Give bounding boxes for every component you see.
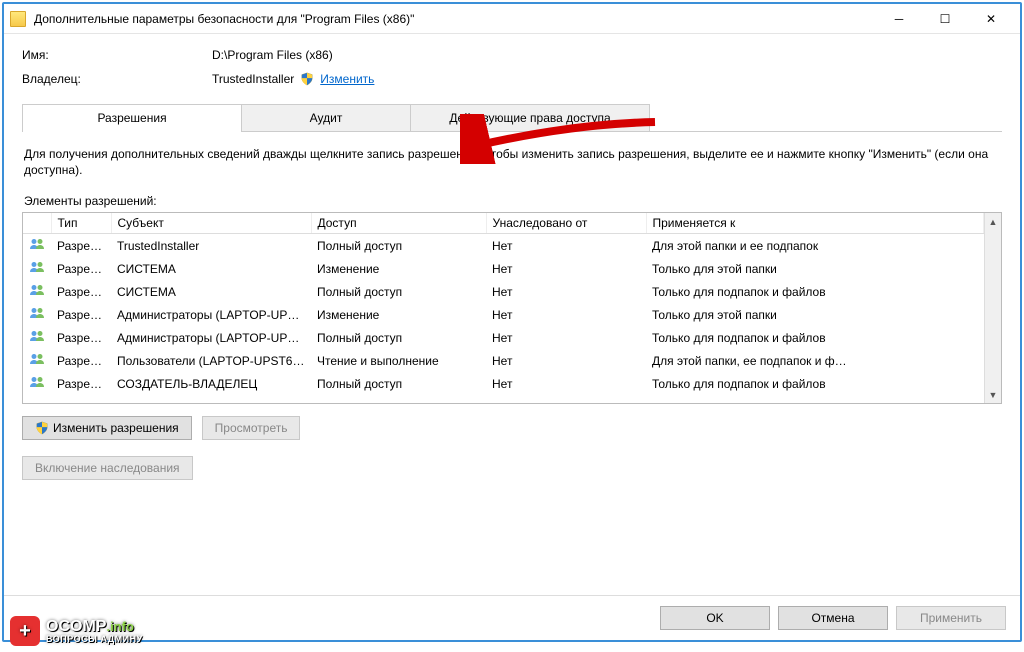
table-row[interactable]: Разре…Пользователи (LAPTOP-UPST6B9…Чтени… — [23, 349, 984, 372]
name-value: D:\Program Files (x86) — [212, 48, 333, 62]
table-row[interactable]: Разре…Администраторы (LAPTOP-UPST6…Измен… — [23, 303, 984, 326]
cell-applies: Для этой папки, ее подпапок и ф… — [646, 349, 984, 372]
cell-subject: СОЗДАТЕЛЬ-ВЛАДЕЛЕЦ — [111, 372, 311, 395]
cell-subject: СИСТЕМА — [111, 257, 311, 280]
owner-label: Владелец: — [22, 72, 212, 86]
dialog-body: Имя: D:\Program Files (x86) Владелец: Tr… — [4, 34, 1020, 595]
cell-inherited: Нет — [486, 280, 646, 303]
tabs: Разрешения Аудит Действующие права досту… — [22, 104, 1002, 132]
apply-button[interactable]: Применить — [896, 606, 1006, 630]
cell-applies: Только для подпапок и файлов — [646, 326, 984, 349]
change-permissions-label: Изменить разрешения — [53, 421, 179, 435]
col-applies[interactable]: Применяется к — [646, 213, 984, 234]
tab-audit[interactable]: Аудит — [241, 104, 411, 131]
group-icon — [29, 329, 45, 343]
cell-applies: Только для подпапок и файлов — [646, 372, 984, 395]
security-dialog: Дополнительные параметры безопасности дл… — [2, 2, 1022, 642]
cell-inherited: Нет — [486, 257, 646, 280]
enable-inheritance-button[interactable]: Включение наследования — [22, 456, 193, 480]
cell-access: Полный доступ — [311, 234, 486, 258]
cell-applies: Для этой папки и ее подпапок — [646, 234, 984, 258]
group-icon — [29, 237, 45, 251]
table-row[interactable]: Разре…СОЗДАТЕЛЬ-ВЛАДЕЛЕЦПолный доступНет… — [23, 372, 984, 395]
col-subject[interactable]: Субъект — [111, 213, 311, 234]
change-owner-link[interactable]: Изменить — [320, 72, 374, 86]
col-inherited[interactable]: Унаследовано от — [486, 213, 646, 234]
cell-subject: СИСТЕМА — [111, 280, 311, 303]
dialog-footer: OK Отмена Применить — [4, 595, 1020, 640]
group-icon — [29, 283, 45, 297]
col-access[interactable]: Доступ — [311, 213, 486, 234]
cell-type: Разре… — [51, 326, 111, 349]
cell-type: Разре… — [51, 303, 111, 326]
cell-applies: Только для подпапок и файлов — [646, 280, 984, 303]
cell-access: Полный доступ — [311, 372, 486, 395]
group-icon — [29, 306, 45, 320]
view-button[interactable]: Просмотреть — [202, 416, 301, 440]
window-title: Дополнительные параметры безопасности дл… — [34, 12, 876, 26]
shield-icon — [35, 421, 49, 435]
owner-row: Владелец: TrustedInstaller Изменить — [22, 72, 1002, 86]
cell-type: Разре… — [51, 257, 111, 280]
cell-subject: TrustedInstaller — [111, 234, 311, 258]
group-icon — [29, 352, 45, 366]
cell-subject: Администраторы (LAPTOP-UPST6… — [111, 326, 311, 349]
titlebar: Дополнительные параметры безопасности дл… — [4, 4, 1020, 34]
cell-applies: Только для этой папки — [646, 303, 984, 326]
name-label: Имя: — [22, 48, 212, 62]
instructions-text: Для получения дополнительных сведений дв… — [24, 146, 1000, 178]
cell-inherited: Нет — [486, 326, 646, 349]
cell-type: Разре… — [51, 280, 111, 303]
cell-access: Изменение — [311, 303, 486, 326]
cell-inherited: Нет — [486, 349, 646, 372]
scroll-up-button[interactable]: ▲ — [985, 213, 1002, 230]
minimize-button[interactable]: ─ — [876, 4, 922, 34]
cell-access: Изменение — [311, 257, 486, 280]
maximize-button[interactable]: ☐ — [922, 4, 968, 34]
permissions-section-title: Элементы разрешений: — [24, 194, 1000, 208]
owner-value: TrustedInstaller — [212, 72, 294, 86]
table-row[interactable]: Разре…СИСТЕМАПолный доступНетТолько для … — [23, 280, 984, 303]
cell-access: Полный доступ — [311, 280, 486, 303]
col-type[interactable]: Тип — [51, 213, 111, 234]
cell-subject: Пользователи (LAPTOP-UPST6B9… — [111, 349, 311, 372]
cell-inherited: Нет — [486, 372, 646, 395]
tab-permissions[interactable]: Разрешения — [22, 104, 242, 131]
table-row[interactable]: Разре…Администраторы (LAPTOP-UPST6…Полны… — [23, 326, 984, 349]
cell-type: Разре… — [51, 372, 111, 395]
table-scrollbar[interactable]: ▲ ▼ — [984, 213, 1001, 403]
cell-type: Разре… — [51, 349, 111, 372]
cell-inherited: Нет — [486, 234, 646, 258]
cancel-button[interactable]: Отмена — [778, 606, 888, 630]
name-row: Имя: D:\Program Files (x86) — [22, 48, 1002, 62]
scroll-down-button[interactable]: ▼ — [985, 386, 1002, 403]
ok-button[interactable]: OK — [660, 606, 770, 630]
cell-inherited: Нет — [486, 303, 646, 326]
cell-type: Разре… — [51, 234, 111, 258]
table-row[interactable]: Разре…СИСТЕМАИзменениеНетТолько для этой… — [23, 257, 984, 280]
table-row[interactable]: Разре…TrustedInstallerПолный доступНетДл… — [23, 234, 984, 258]
change-permissions-button[interactable]: Изменить разрешения — [22, 416, 192, 440]
cell-applies: Только для этой папки — [646, 257, 984, 280]
group-icon — [29, 260, 45, 274]
folder-icon — [10, 11, 26, 27]
close-button[interactable]: ✕ — [968, 4, 1014, 34]
permissions-table[interactable]: Тип Субъект Доступ Унаследовано от Приме… — [22, 212, 1002, 404]
cell-access: Полный доступ — [311, 326, 486, 349]
cell-access: Чтение и выполнение — [311, 349, 486, 372]
shield-icon — [300, 72, 314, 86]
cell-subject: Администраторы (LAPTOP-UPST6… — [111, 303, 311, 326]
group-icon — [29, 375, 45, 389]
tab-effective-access[interactable]: Действующие права доступа — [410, 104, 650, 131]
